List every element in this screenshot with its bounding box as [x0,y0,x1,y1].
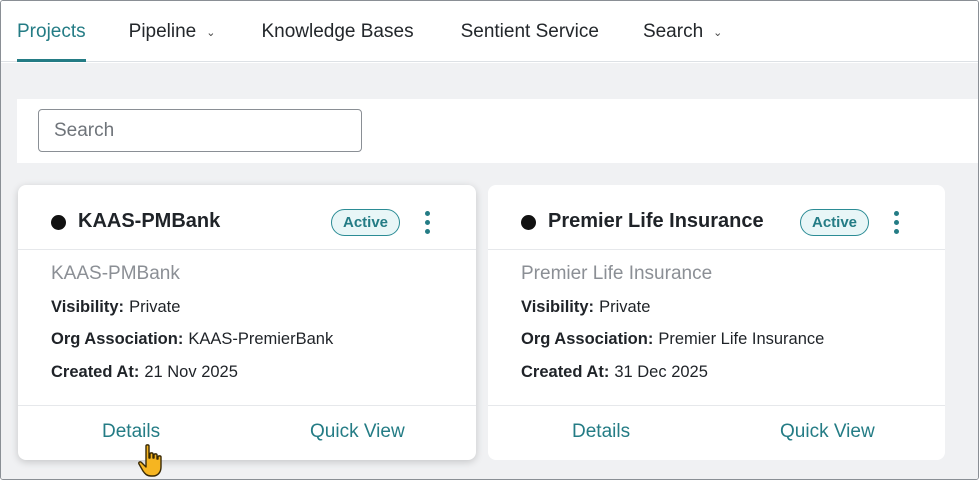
search-toolbar [17,99,978,163]
nav-tab-label: Knowledge Bases [261,20,414,42]
project-title: KAAS-PMBank [78,210,221,232]
chevron-down-icon: ⌄ [206,27,216,39]
nav-tab-label: Sentient Service [460,20,599,42]
field-value: KAAS-PremierBank [188,330,334,348]
field-label: Org Association: [51,330,184,348]
nav-tab-label: Projects [17,20,86,42]
field-label: Created At: [51,363,140,381]
nav-tab-label: Search [642,20,704,42]
project-card-header: KAAS-PMBank Active [18,185,476,250]
kebab-menu-icon[interactable] [420,210,434,236]
chevron-down-icon: ⌄ [713,27,723,39]
status-badge: Active [800,209,870,236]
details-link[interactable]: Details [102,421,160,443]
project-subtitle: KAAS-PMBank [51,263,180,284]
field-label: Visibility: [521,298,595,316]
field-value: Private [129,298,181,316]
search-input[interactable] [38,109,362,152]
project-card-footer: Details Quick View [488,405,945,460]
hand-pointer-icon [138,444,162,477]
org-association-field: Org Association: Premier Life Insurance [521,330,824,349]
project-card: KAAS-PMBank Active KAAS-PMBank Visibilit… [18,185,476,460]
field-label: Org Association: [521,330,654,348]
created-at-field: Created At: 21 Nov 2025 [51,363,238,382]
org-association-field: Org Association: KAAS-PremierBank [51,330,333,349]
visibility-field: Visibility: Private [521,298,650,317]
field-value: 21 Nov 2025 [144,363,238,381]
quick-view-link[interactable]: Quick View [780,421,875,443]
created-at-field: Created At: 31 Dec 2025 [521,363,708,382]
project-title: Premier Life Insurance [548,210,764,232]
field-value: 31 Dec 2025 [614,363,708,381]
kebab-menu-icon[interactable] [889,210,903,236]
nav-tab-sentient-service[interactable]: Sentient Service [461,1,599,62]
quick-view-link[interactable]: Quick View [310,421,405,443]
app-window: Projects Pipeline ⌄ Knowledge Bases Sent… [0,0,979,480]
status-dot-icon [51,215,66,230]
field-label: Created At: [521,363,610,381]
field-label: Visibility: [51,298,125,316]
project-subtitle: Premier Life Insurance [521,263,713,284]
status-badge: Active [331,209,401,236]
nav-tab-label: Pipeline [128,20,197,42]
nav-tab-projects[interactable]: Projects [17,1,86,62]
field-value: Premier Life Insurance [658,330,825,348]
project-card-header: Premier Life Insurance Active [488,185,945,250]
project-card: Premier Life Insurance Active Premier Li… [488,185,945,460]
nav-tab-search[interactable]: Search ⌄ [643,1,722,62]
main-content: KAAS-PMBank Active KAAS-PMBank Visibilit… [1,63,978,479]
visibility-field: Visibility: Private [51,298,180,317]
nav-tab-knowledge-bases[interactable]: Knowledge Bases [261,1,413,62]
field-value: Private [599,298,651,316]
status-dot-icon [521,215,536,230]
top-navigation: Projects Pipeline ⌄ Knowledge Bases Sent… [1,1,978,62]
nav-tab-pipeline[interactable]: Pipeline ⌄ [129,1,216,62]
project-card-footer: Details Quick View [18,405,476,460]
details-link[interactable]: Details [572,421,630,443]
